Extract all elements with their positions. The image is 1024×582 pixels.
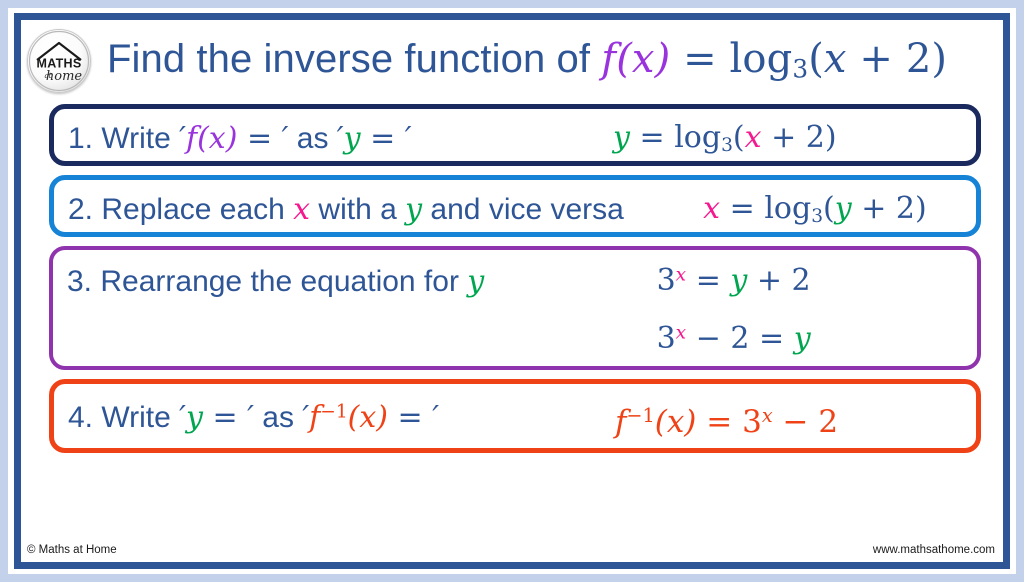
page-title: Find the inverse function of f(x) = log3…: [107, 39, 947, 82]
step-4-label: 4. Write ′y = ′ as ′f−1(x) = ′: [54, 384, 439, 433]
step-1-eq-paren-open: (: [732, 120, 745, 155]
step-3-equations: 3x = y + 2 3x − 2 = y: [484, 250, 977, 354]
step-1-equations: y = log3(x + 2): [412, 109, 976, 156]
steps-container: 1. Write ′f(x) = ′ as ′y = ′ y = log3(x …: [49, 104, 981, 462]
step-2-eq-var-y: y: [834, 191, 852, 226]
step-1-label: 1. Write ′f(x) = ′ as ′y = ′: [54, 109, 412, 154]
step-1-eq-base: 3: [721, 135, 733, 157]
step-1-term-y: y: [343, 121, 361, 156]
title-log: log: [729, 36, 793, 83]
step-4-eq-f-arg: (x): [654, 404, 697, 440]
step-1-eq-rest: + 2): [761, 120, 837, 155]
step-1-eq-log: log: [674, 120, 722, 155]
step-3-eq1-equals: =: [686, 263, 731, 298]
step-4-text-b: as: [253, 401, 303, 434]
step-3-label: 3. Rearrange the equation for y: [53, 250, 484, 297]
step-2-eq-equals: =: [720, 191, 765, 226]
step-2-text-a: Replace each: [93, 193, 294, 226]
step-3-eq1-exponent-x: x: [675, 264, 687, 286]
step-4-equation-answer: f−1(x) = 3x − 2: [615, 384, 838, 438]
step-4-term-f-exponent: −1: [320, 401, 348, 423]
footer-website[interactable]: www.mathsathome.com: [873, 544, 995, 556]
step-3-eq1-y: y: [730, 263, 748, 298]
title-log-base: 3: [792, 54, 809, 84]
step-box-2: 2. Replace each x with a y and vice vers…: [49, 175, 981, 237]
step-1-equals-1: =: [237, 121, 282, 156]
step-3-eq2-y: y: [793, 321, 811, 356]
step-2-term-y: y: [405, 192, 423, 227]
step-3-eq2-three: 3: [656, 321, 676, 356]
step-1-equation: y = log3(x + 2): [613, 109, 837, 156]
logo-text-home: home: [46, 69, 83, 84]
title-arg-rest: + 2): [846, 36, 948, 83]
step-2-text-c: and vice versa: [422, 193, 624, 226]
step-4-term-y: y: [185, 400, 203, 435]
step-box-3: 3. Rearrange the equation for y 3x = y +…: [49, 246, 981, 370]
step-2-number: 2.: [68, 193, 94, 226]
step-3-text-a: Rearrange the equation for: [92, 265, 468, 298]
step-1-eq-equals: =: [629, 120, 675, 155]
step-4-term-f: f: [309, 400, 321, 435]
step-2-text-b: with a: [310, 193, 406, 226]
footer: © Maths at Home www.mathsathome.com: [21, 538, 1003, 562]
step-box-4: 4. Write ′y = ′ as ′f−1(x) = ′ f−1(x) = …: [49, 379, 981, 453]
step-4-equations: f−1(x) = 3x − 2: [439, 384, 976, 438]
step-2-equation: x = log3(y + 2): [703, 180, 927, 227]
step-2-eq-log: log: [764, 191, 812, 226]
step-3-number: 3.: [67, 265, 93, 298]
step-4-quote-close-2: ′: [432, 400, 440, 435]
step-2-eq-lhs-x: x: [703, 191, 721, 226]
step-1-quote-close-2: ′: [404, 121, 412, 156]
poster-root: MATHS at home Find the inverse function …: [0, 0, 1024, 582]
step-2-eq-rest: + 2): [851, 191, 927, 226]
step-4-equals-1: =: [202, 400, 248, 435]
title-equals: =: [670, 36, 730, 83]
step-3-equation-1: 3x = y + 2: [657, 250, 811, 296]
step-3-equation-2: 3x − 2 = y: [657, 296, 811, 354]
step-2-eq-base: 3: [811, 206, 824, 228]
title-function-fx: f(x): [601, 36, 671, 83]
step-3-term-y: y: [467, 264, 485, 299]
step-4-quote-open: ′: [179, 400, 186, 435]
title-prefix: Find the inverse function of: [107, 37, 602, 82]
title-paren-open: (: [808, 36, 824, 83]
step-1-eq-lhs-y: y: [613, 120, 630, 155]
maths-at-home-logo-icon: MATHS at home: [27, 29, 91, 93]
step-1-eq-var-x: x: [744, 120, 762, 155]
step-1-number: 1.: [68, 122, 94, 155]
step-4-equals-2: =: [387, 400, 433, 435]
step-1-quote-open-2: ′: [336, 121, 344, 156]
step-1-equals-2: =: [360, 121, 405, 156]
step-4-eq-f-exponent: −1: [626, 404, 655, 428]
step-2-label: 2. Replace each x with a y and vice vers…: [54, 180, 624, 225]
step-4-term-f-arg: (x): [347, 400, 388, 435]
step-4-eq-power-x: x: [761, 404, 773, 428]
step-4-number: 4.: [68, 401, 94, 434]
step-4-quote-close: ′: [247, 400, 254, 435]
step-1-quote-open: ′: [179, 121, 186, 156]
step-4-eq-rest: − 2: [772, 404, 839, 440]
step-4-text-a: Write: [93, 401, 180, 434]
title-variable-x: x: [823, 36, 847, 83]
step-4-eq-f: f: [614, 404, 627, 440]
footer-copyright: © Maths at Home: [27, 544, 117, 556]
step-1-text-a: Write: [93, 122, 180, 155]
step-box-1: 1. Write ′f(x) = ′ as ′y = ′ y = log3(x …: [49, 104, 981, 166]
poster-inner-frame: MATHS at home Find the inverse function …: [14, 13, 1010, 569]
step-3-eq2-exponent-x: x: [675, 322, 687, 344]
step-3-eq2-minus-equals: − 2 =: [686, 321, 794, 356]
header: MATHS at home Find the inverse function …: [21, 20, 1003, 102]
step-2-eq-paren-open: (: [823, 191, 835, 226]
step-2-term-x: x: [293, 192, 311, 227]
step-4-eq-equals-three: = 3: [696, 404, 762, 440]
step-2-equations: x = log3(y + 2): [624, 180, 976, 227]
step-3-eq1-rest: + 2: [747, 263, 811, 298]
step-1-text-b: as: [288, 122, 337, 155]
step-1-term-fx: f(x): [185, 121, 238, 156]
step-3-eq1-three: 3: [656, 263, 676, 298]
